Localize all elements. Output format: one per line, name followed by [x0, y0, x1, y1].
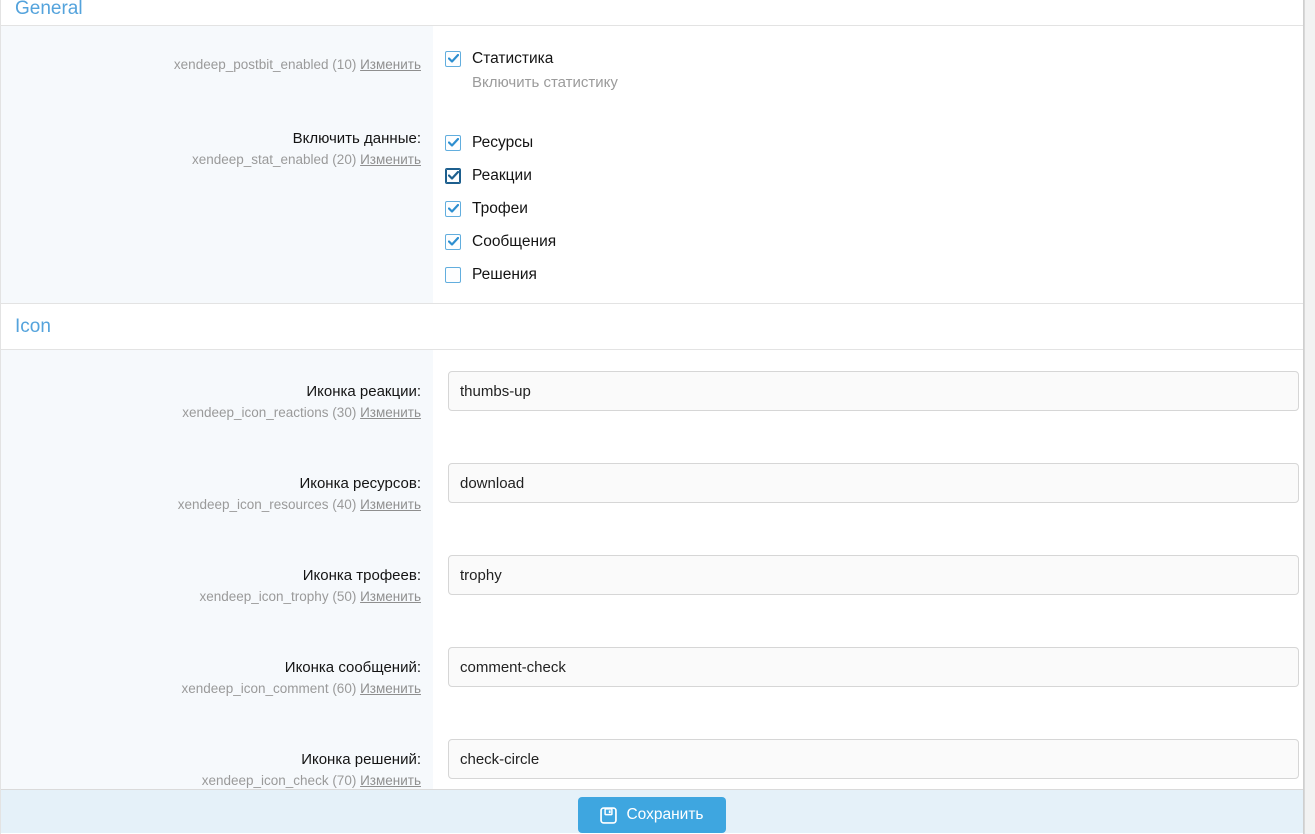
option-label-cell: xendeep_postbit_enabled (10) Изменить: [1, 26, 433, 116]
section-header-general: General: [1, 0, 1303, 26]
option-hint: Включить статистику: [472, 74, 1296, 92]
option-title: Иконка сообщений:: [1, 658, 421, 677]
section-title-general: General: [15, 0, 1289, 21]
edit-option-link[interactable]: Изменить: [360, 589, 421, 604]
section-icon: Иконка реакции: xendeep_icon_reactions (…: [1, 350, 1303, 789]
section-header-icon: Icon: [1, 304, 1303, 350]
option-row-icon-comment: Иконка сообщений: xendeep_icon_comment (…: [1, 626, 1303, 718]
icon-trophy-input[interactable]: [448, 555, 1299, 595]
checkbox-resources[interactable]: Ресурсы: [445, 134, 1296, 151]
options-panel: General xendeep_postbit_enabled (10) Изм…: [0, 0, 1304, 834]
checkbox-label: Статистика: [472, 50, 553, 67]
checkmark-icon: [448, 138, 459, 147]
form-footer: Сохранить: [1, 789, 1303, 833]
checkmark-icon: [448, 54, 459, 63]
option-control-cell: Ресурсы Реакции Трофеи: [433, 116, 1303, 303]
option-row-icon-trophy: Иконка трофеев: xendeep_icon_trophy (50)…: [1, 534, 1303, 626]
option-control-cell: [433, 626, 1303, 718]
option-label-cell: Иконка трофеев: xendeep_icon_trophy (50)…: [1, 534, 433, 626]
option-title: Иконка ресурсов:: [1, 474, 421, 493]
edit-option-link[interactable]: Изменить: [360, 152, 421, 167]
checkbox-label: Решения: [472, 266, 537, 283]
checkbox-label: Ресурсы: [472, 134, 533, 151]
option-label-cell: Иконка решений: xendeep_icon_check (70) …: [1, 718, 433, 789]
option-id-label: xendeep_stat_enabled (20) Изменить: [1, 150, 421, 169]
option-id-text: xendeep_icon_check (70): [202, 773, 357, 788]
checkbox-label: Трофеи: [472, 200, 528, 217]
option-id-text: xendeep_icon_trophy (50): [199, 589, 356, 604]
icon-check-input[interactable]: [448, 739, 1299, 779]
checkbox-trophies[interactable]: Трофеи: [445, 200, 1296, 217]
icon-comment-input[interactable]: [448, 647, 1299, 687]
option-id-text: xendeep_postbit_enabled (10): [174, 57, 356, 72]
option-control-cell: Статистика Включить статистику: [433, 26, 1303, 116]
option-control-cell: [433, 350, 1303, 442]
checkbox-box[interactable]: [445, 201, 461, 217]
edit-option-link[interactable]: Изменить: [360, 681, 421, 696]
option-title: Включить данные:: [1, 129, 421, 148]
checkbox-label: Реакции: [472, 167, 532, 184]
checkbox-messages[interactable]: Сообщения: [445, 233, 1296, 250]
checkmark-icon: [448, 204, 459, 213]
option-label-cell: Иконка сообщений: xendeep_icon_comment (…: [1, 626, 433, 718]
edit-option-link[interactable]: Изменить: [360, 497, 421, 512]
option-id-label: xendeep_icon_trophy (50) Изменить: [1, 587, 421, 606]
option-label-cell: Иконка ресурсов: xendeep_icon_resources …: [1, 442, 433, 534]
option-id-label: xendeep_icon_comment (60) Изменить: [1, 679, 421, 698]
save-disk-icon: [600, 807, 617, 824]
option-row-icon-check: Иконка решений: xendeep_icon_check (70) …: [1, 718, 1303, 789]
section-general: xendeep_postbit_enabled (10) Изменить Ст…: [1, 26, 1303, 304]
save-button[interactable]: Сохранить: [578, 797, 725, 833]
checkmark-icon: [448, 237, 459, 246]
icon-resources-input[interactable]: [448, 463, 1299, 503]
option-id-text: xendeep_icon_resources (40): [178, 497, 357, 512]
option-control-cell: [433, 534, 1303, 626]
option-control-cell: [433, 718, 1303, 789]
option-row-stat-enabled: Включить данные: xendeep_stat_enabled (2…: [1, 116, 1303, 303]
option-control-cell: [433, 442, 1303, 534]
option-id-text: xendeep_stat_enabled (20): [192, 152, 356, 167]
option-id-label: xendeep_icon_check (70) Изменить: [1, 771, 421, 790]
scrollbar-track[interactable]: [1304, 0, 1315, 834]
edit-option-link[interactable]: Изменить: [360, 57, 421, 72]
option-title: Иконка решений:: [1, 750, 421, 769]
option-row-postbit-enabled: xendeep_postbit_enabled (10) Изменить Ст…: [1, 26, 1303, 116]
save-button-label: Сохранить: [626, 806, 703, 824]
option-row-icon-resources: Иконка ресурсов: xendeep_icon_resources …: [1, 442, 1303, 534]
option-id-label: xendeep_icon_reactions (30) Изменить: [1, 403, 421, 422]
checkbox-box[interactable]: [445, 135, 461, 151]
option-title: Иконка реакции:: [1, 382, 421, 401]
admin-options-page: General xendeep_postbit_enabled (10) Изм…: [0, 0, 1315, 834]
edit-option-link[interactable]: Изменить: [360, 773, 421, 788]
checkbox-reactions[interactable]: Реакции: [445, 167, 1296, 184]
checkbox-box[interactable]: [445, 168, 461, 184]
option-id-text: xendeep_icon_comment (60): [181, 681, 356, 696]
checkmark-icon: [448, 171, 459, 180]
option-label-cell: Иконка реакции: xendeep_icon_reactions (…: [1, 350, 433, 442]
checkbox-box[interactable]: [445, 267, 461, 283]
option-title: Иконка трофеев:: [1, 566, 421, 585]
section-title-icon: Icon: [15, 315, 1289, 339]
option-id-text: xendeep_icon_reactions (30): [182, 405, 356, 420]
checkbox-statistics[interactable]: Статистика: [445, 50, 1296, 67]
option-id-label: xendeep_postbit_enabled (10) Изменить: [1, 55, 421, 74]
checkbox-solutions[interactable]: Решения: [445, 266, 1296, 283]
icon-reactions-input[interactable]: [448, 371, 1299, 411]
checkbox-box[interactable]: [445, 234, 461, 250]
checkbox-box[interactable]: [445, 51, 461, 67]
option-row-icon-reactions: Иконка реакции: xendeep_icon_reactions (…: [1, 350, 1303, 442]
option-label-cell: Включить данные: xendeep_stat_enabled (2…: [1, 116, 433, 303]
option-id-label: xendeep_icon_resources (40) Изменить: [1, 495, 421, 514]
edit-option-link[interactable]: Изменить: [360, 405, 421, 420]
checkbox-label: Сообщения: [472, 233, 556, 250]
